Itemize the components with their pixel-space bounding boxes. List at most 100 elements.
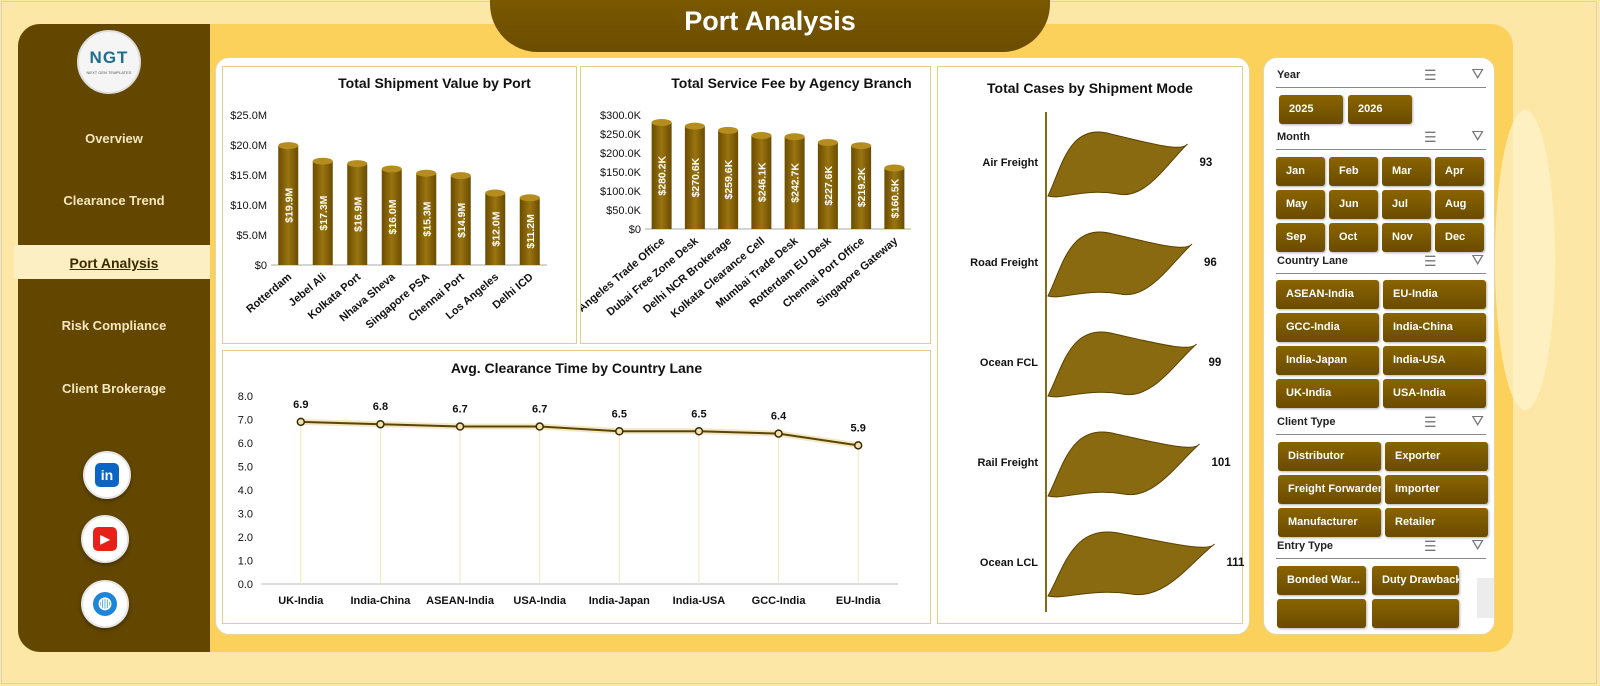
slicer-option[interactable]: 2026 [1348,95,1412,124]
data-point [296,417,306,427]
bar-cap [312,157,333,165]
bar-cap [884,164,905,172]
y-tick-label: $10.0M [230,200,267,212]
month-option[interactable]: Jun [1329,190,1378,219]
slicer-option-partial[interactable] [1372,599,1459,628]
client-type-option[interactable]: Exporter [1385,442,1488,471]
shipment-mode-chart: Air Freight 93 Road Freight 96 Ocean FCL 99 Ra… [970,112,1244,612]
data-label: $219.2K [856,167,868,207]
country-lane-option[interactable]: India-Japan [1276,346,1379,375]
nav-client-brokerage[interactable]: Client Brokerage [18,381,210,396]
data-label: $16.0M [387,199,399,234]
multi-select-icon[interactable]: ☰ [1424,129,1437,146]
country-lane-option[interactable]: EU-India [1383,280,1486,309]
client-type-option[interactable]: Retailer [1385,508,1488,537]
slicer-option[interactable]: Bonded War... [1277,566,1366,595]
bar [1047,531,1215,598]
logo-subtext: NEXT GEN TEMPLATES [86,70,132,75]
data-point [455,422,465,431]
data-label: 6.4 [771,411,787,423]
data-label: $246.1K [756,162,768,202]
client-type-option[interactable]: Manufacturer [1278,508,1381,537]
clear-filter-icon[interactable]: ⛛ [1471,252,1484,269]
nav-risk-compliance[interactable]: Risk Compliance [18,318,210,333]
data-label: $12.0M [490,211,502,246]
y-tick-label: 3.0 [238,509,253,521]
country-lane-option[interactable]: GCC-India [1276,313,1379,342]
nav-port-analysis[interactable]: Port Analysis [18,255,210,271]
clearance-time-panel: Avg. Clearance Time by Country Lane 0.0 1… [222,350,931,624]
month-option[interactable]: Nov [1382,223,1431,252]
slicer-option[interactable]: 2025 [1279,95,1343,124]
x-tick-label: USA-India [513,595,566,607]
month-option[interactable]: Sep [1276,223,1325,252]
data-label: 6.7 [452,404,467,416]
month-option[interactable]: Oct [1329,223,1378,252]
multi-select-icon[interactable]: ☰ [1424,253,1437,270]
youtube-button[interactable]: ▶ [81,515,129,563]
clear-filter-icon[interactable]: ⛛ [1471,537,1484,554]
y-tick-label: 2.0 [238,532,253,544]
nav-overview[interactable]: Overview [18,131,210,146]
y-tick-label: $50.0K [606,205,642,217]
multi-select-icon[interactable]: ☰ [1424,67,1437,84]
month-option[interactable]: Apr [1435,157,1484,186]
data-point [535,422,544,431]
country-lane-option[interactable]: USA-India [1383,379,1486,408]
country-lane-option[interactable]: India-USA [1383,346,1486,375]
bar-cap [347,160,368,168]
slicer-option[interactable]: Duty Drawback [1372,566,1459,595]
data-label: $19.9M [283,188,295,223]
clear-filter-icon[interactable]: ⛛ [1471,413,1484,430]
slicer-title: Year [1277,69,1301,81]
slicer-scrollbar[interactable] [1477,578,1494,618]
bar [1047,431,1200,498]
data-label: $242.7K [790,163,802,203]
bar-cap [784,133,805,141]
service-fee-chart: $0 $50.0K $100.0K $150.0K $200.0K $250.0K $300… [581,110,911,329]
month-option[interactable]: Mar [1382,157,1431,186]
bar-cap [817,139,838,147]
clear-filter-icon[interactable]: ⛛ [1471,128,1484,145]
country-lane-option[interactable]: India-China [1383,313,1486,342]
client-type-option[interactable]: Importer [1385,475,1488,504]
month-option[interactable]: Feb [1329,157,1378,186]
y-tick-label: $200.0K [600,148,642,160]
y-tick-label: Rail Freight [977,457,1038,469]
data-label: 5.9 [851,422,866,434]
y-tick-label: 6.0 [238,438,253,450]
multi-select-icon[interactable]: ☰ [1424,414,1437,431]
multi-select-icon[interactable]: ☰ [1424,538,1437,555]
data-label: 6.5 [612,408,627,420]
y-tick-label: Ocean LCL [980,557,1038,569]
logo-text: NGT [89,48,129,67]
month-option[interactable]: Jul [1382,190,1431,219]
y-tick-label: $5.0M [236,230,267,242]
shipment-mode-panel: Total Cases by Shipment Mode Air Freight… [937,66,1244,624]
data-label: 6.8 [373,401,388,413]
client-type-option[interactable]: Freight Forwarder [1278,475,1381,504]
clear-filter-icon[interactable]: ⛛ [1471,66,1484,83]
nav-clearance-trend[interactable]: Clearance Trend [18,193,210,208]
y-tick-label: $250.0K [600,129,642,141]
slicer-option-partial[interactable] [1277,599,1366,628]
country-lane-option[interactable]: ASEAN-India [1276,280,1379,309]
country-lane-option[interactable]: UK-India [1276,379,1379,408]
page-title: Port Analysis [684,6,856,36]
bar-cap [651,119,672,127]
y-tick-label: 0.0 [238,579,253,591]
month-slicer-header: Month ☰ ⛛ [1276,128,1486,150]
youtube-icon: ▶ [93,527,117,551]
month-option[interactable]: Dec [1435,223,1484,252]
y-tick-label: 7.0 [238,415,253,427]
website-button[interactable]: ◍ [81,580,129,628]
slicer-panel: Year ☰ ⛛ 2025 2026 Month ☰ ⛛ Jan Feb Mar Apr M… [1263,57,1495,635]
nav-label: Client Brokerage [61,381,167,396]
linkedin-button[interactable]: in [83,451,131,499]
month-option[interactable]: Aug [1435,190,1484,219]
y-tick-label: $100.0K [600,186,642,198]
slicer-title: Client Type [1277,416,1336,428]
month-option[interactable]: Jan [1276,157,1325,186]
client-type-option[interactable]: Distributor [1278,442,1381,471]
month-option[interactable]: May [1276,190,1325,219]
